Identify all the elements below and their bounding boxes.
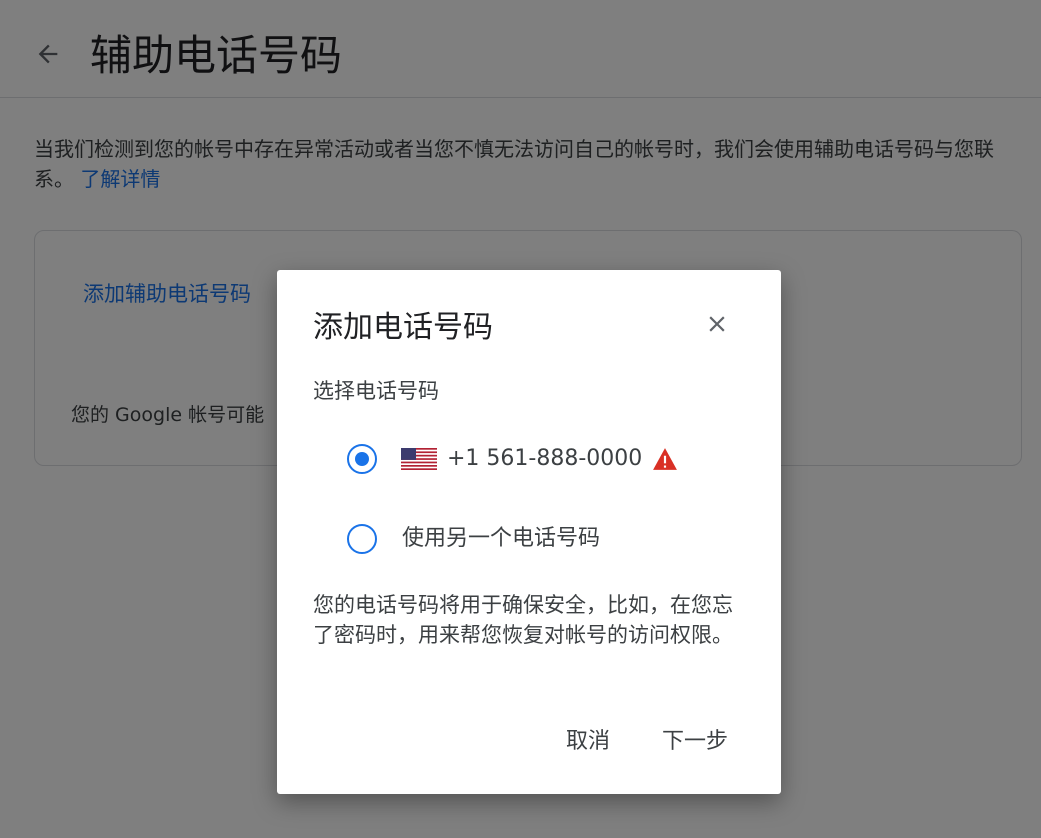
radio-button-unselected[interactable] [347, 524, 377, 554]
warning-icon [653, 448, 678, 470]
dialog-title: 添加电话号码 [313, 310, 493, 345]
select-phone-label: 选择电话号码 [313, 379, 439, 403]
other-phone-label: 使用另一个电话号码 [402, 526, 601, 551]
phone-number-label: +1 561-888-0000 [447, 446, 643, 471]
next-button[interactable]: 下一步 [662, 724, 728, 760]
phone-option-other[interactable]: 使用另一个电话号码 [347, 522, 600, 556]
close-button[interactable] [697, 304, 737, 344]
add-phone-dialog: 添加电话号码 选择电话号码 +1 561-888-0000 使用另一个电话号码 … [277, 270, 781, 794]
page: 辅助电话号码 当我们检测到您的帐号中存在异常活动或者当您不慎无法访问自己的帐号时… [0, 0, 1041, 838]
dialog-description: 您的电话号码将用于确保安全，比如，在您忘了密码时，用来帮您恢复对帐号的访问权限。 [313, 593, 733, 647]
cancel-button[interactable]: 取消 [566, 724, 610, 760]
us-flag-icon [401, 448, 437, 470]
radio-button-selected[interactable] [347, 444, 377, 474]
phone-option-existing[interactable]: +1 561-888-0000 [347, 442, 678, 476]
close-icon [709, 316, 725, 332]
